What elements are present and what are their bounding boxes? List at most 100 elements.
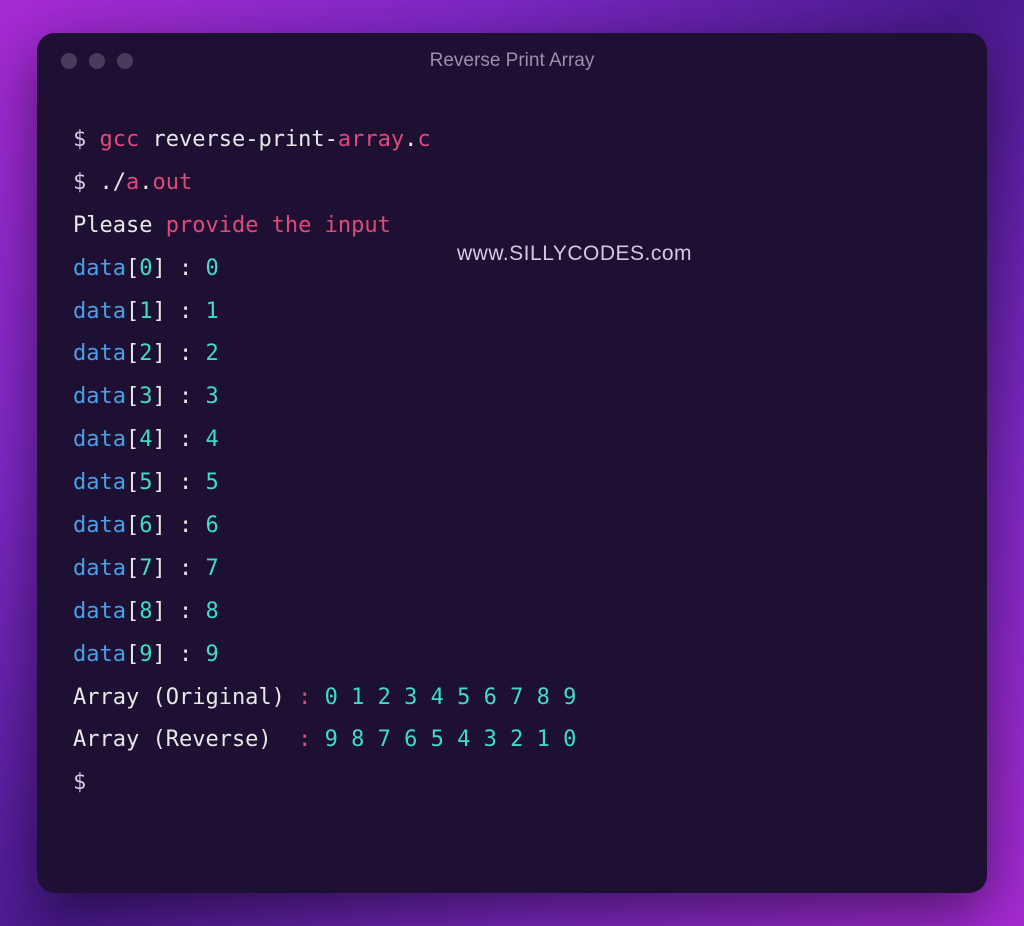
data-entry-line: data[4] : 4 [73,419,951,462]
data-keyword: data [73,513,126,538]
data-index: 9 [139,642,152,667]
close-bracket: ] [152,513,179,538]
data-entry-line: data[6] : 6 [73,505,951,548]
data-value: 4 [205,427,218,452]
executable-out: out [153,170,193,195]
colon-separator: : [179,599,206,624]
close-bracket: ] [152,256,179,281]
open-bracket: [ [126,642,139,667]
array-reverse-values: 9 8 7 6 5 4 3 2 1 0 [325,727,577,752]
filename-part1: reverse-print- [152,127,337,152]
data-value: 0 [205,256,218,281]
colon-separator: : [179,299,206,324]
open-bracket: [ [126,299,139,324]
minimize-button[interactable] [89,53,105,69]
data-index: 3 [139,384,152,409]
please-word: Please [73,213,166,238]
close-button[interactable] [61,53,77,69]
data-value: 8 [205,599,218,624]
data-entry-line: data[2] : 2 [73,333,951,376]
filename-part2: array [338,127,404,152]
data-value: 2 [205,341,218,366]
data-keyword: data [73,384,126,409]
close-bracket: ] [152,470,179,495]
executable-dot: . [139,170,152,195]
array-original-line: Array (Original) : 0 1 2 3 4 5 6 7 8 9 [73,677,951,720]
data-value: 7 [205,556,218,581]
maximize-button[interactable] [117,53,133,69]
close-bracket: ] [152,642,179,667]
open-bracket: [ [126,470,139,495]
array-original-label: Array (Original) [73,685,298,710]
close-bracket: ] [152,384,179,409]
command-line-gcc: $ gcc reverse-print-array.c [73,119,951,162]
close-bracket: ] [152,599,179,624]
colon-separator: : [179,556,206,581]
data-index: 2 [139,341,152,366]
open-bracket: [ [126,256,139,281]
watermark: www.SILLYCODES.com [457,234,692,275]
data-index: 1 [139,299,152,324]
array-colon: : [298,685,325,710]
open-bracket: [ [126,556,139,581]
dotslash: ./ [100,170,127,195]
array-reverse-line: Array (Reverse) : 9 8 7 6 5 4 3 2 1 0 [73,719,951,762]
title-bar: Reverse Print Array [37,33,987,89]
array-colon: : [298,727,325,752]
open-bracket: [ [126,341,139,366]
filename-part4: c [417,127,430,152]
array-reverse-label: Array (Reverse) [73,727,298,752]
data-keyword: data [73,341,126,366]
command-line-run: $ ./a.out [73,162,951,205]
close-bracket: ] [152,556,179,581]
data-keyword: data [73,427,126,452]
data-entry-line: data[9] : 9 [73,634,951,677]
data-index: 6 [139,513,152,538]
gcc-command: gcc [100,127,153,152]
prompt-sign: $ [73,127,100,152]
colon-separator: : [179,470,206,495]
data-keyword: data [73,599,126,624]
window-title: Reverse Print Array [430,50,595,72]
provide-text: provide the input [166,213,391,238]
data-value: 1 [205,299,218,324]
data-keyword: data [73,642,126,667]
window-controls [61,53,133,69]
close-bracket: ] [152,299,179,324]
prompt-sign: $ [73,170,100,195]
data-value: 6 [205,513,218,538]
data-index: 4 [139,427,152,452]
data-keyword: data [73,470,126,495]
open-bracket: [ [126,384,139,409]
data-keyword: data [73,299,126,324]
colon-separator: : [179,642,206,667]
colon-separator: : [179,427,206,452]
data-value: 9 [205,642,218,667]
data-value: 5 [205,470,218,495]
executable-a: a [126,170,139,195]
colon-separator: : [179,256,206,281]
terminal-body[interactable]: www.SILLYCODES.com $ gcc reverse-print-a… [37,89,987,893]
data-index: 0 [139,256,152,281]
colon-separator: : [179,384,206,409]
terminal-window: Reverse Print Array www.SILLYCODES.com $… [37,33,987,893]
final-prompt: $ [73,762,951,805]
close-bracket: ] [152,341,179,366]
data-entry-line: data[7] : 7 [73,548,951,591]
open-bracket: [ [126,427,139,452]
data-entry-line: data[5] : 5 [73,462,951,505]
close-bracket: ] [152,427,179,452]
data-entry-line: data[1] : 1 [73,291,951,334]
data-keyword: data [73,556,126,581]
open-bracket: [ [126,513,139,538]
prompt-sign: $ [73,770,86,795]
data-index: 8 [139,599,152,624]
data-entry-line: data[8] : 8 [73,591,951,634]
colon-separator: : [179,341,206,366]
data-value: 3 [205,384,218,409]
array-original-values: 0 1 2 3 4 5 6 7 8 9 [325,685,577,710]
data-index: 7 [139,556,152,581]
filename-part3: . [404,127,417,152]
data-entry-line: data[3] : 3 [73,376,951,419]
data-index: 5 [139,470,152,495]
